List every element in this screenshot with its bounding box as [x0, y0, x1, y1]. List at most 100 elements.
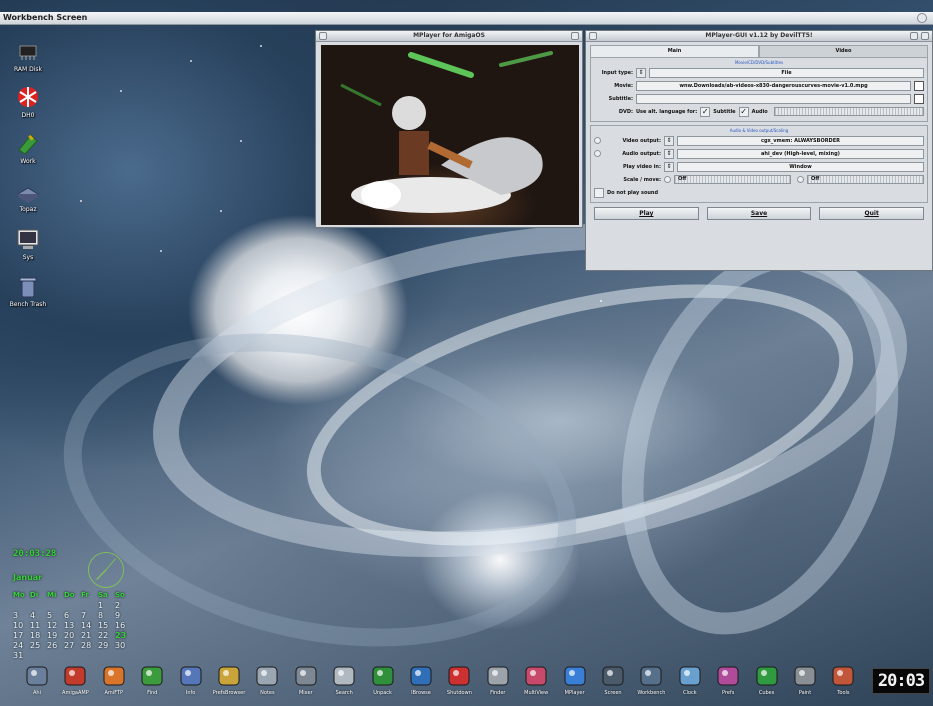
dock-item-clock[interactable]: Clock	[673, 662, 707, 706]
scale-slider[interactable]: Off	[674, 175, 791, 184]
calendar-days: 1 2 3 4 5 6 7 8 9 10 11 12 13 14 15 16 17 18 19 20 21 22 23 24 2…	[13, 601, 138, 661]
depth-icon[interactable]	[921, 32, 929, 40]
iconify-icon[interactable]	[910, 32, 918, 40]
movie-row: Movie: wnw.Downloads/ab-videos-x830-dang…	[594, 80, 924, 91]
screen-title-bar[interactable]: Workbench Screen	[0, 12, 933, 25]
no-sound-checkbox[interactable]	[594, 187, 604, 198]
flashlight-icon	[141, 666, 163, 686]
desktop-icon-sys[interactable]: Sys	[6, 228, 50, 261]
file-requester-icon[interactable]	[914, 80, 924, 91]
desktop-icon-dh0[interactable]: DH0	[6, 86, 50, 119]
subtitle-label: Subtitle:	[608, 95, 633, 102]
dock-item-find[interactable]: Find	[135, 662, 169, 706]
dock-item-prefsbrowser[interactable]: PrefsBrowser	[212, 662, 246, 706]
audio-checkbox[interactable]: ✓	[738, 106, 749, 117]
no-sound-label: Do not play sound	[607, 189, 659, 196]
calendar-widget: Mo Di Mi Do Fr Sa So 1 2 3 4 5 6 7 8 9 10 11 12 13 14…	[13, 591, 138, 661]
quit-button[interactable]: Quit	[819, 207, 925, 220]
dock-item-label: Workbench	[637, 690, 666, 696]
audio-output-radio[interactable]	[594, 150, 601, 157]
popup-icon[interactable]: ⇕	[664, 161, 674, 172]
dock-item-paint[interactable]: Paint	[788, 662, 822, 706]
calendar-day	[30, 601, 47, 611]
tab-main[interactable]: Main	[590, 45, 759, 57]
dock-item-search[interactable]: Search	[327, 662, 361, 706]
dock-item-cubes[interactable]: Cubes	[750, 662, 784, 706]
weekday: Mi	[47, 591, 57, 599]
save-button[interactable]: Save	[706, 207, 812, 220]
calendar-day: 3	[13, 611, 19, 620]
calendar-day: 30	[115, 641, 126, 650]
amp-logo-icon	[64, 666, 86, 686]
depth-icon[interactable]	[571, 32, 579, 40]
desktop-icon-label: Sys	[22, 254, 34, 261]
dock-item-shutdown[interactable]: Shutdown	[442, 662, 476, 706]
dock-item-workbench[interactable]: Workbench	[634, 662, 668, 706]
desktop-icon-bench-trash[interactable]: Bench Trash	[6, 275, 50, 308]
dock-item-finder[interactable]: Finder	[481, 662, 515, 706]
dock-item-amiftp[interactable]: AmiFTP	[97, 662, 131, 706]
subtitle-checkbox-label: Subtitle	[713, 108, 736, 115]
move-radio[interactable]	[797, 176, 804, 183]
desktop-icon-label: Topaz	[19, 206, 37, 213]
green-disk-icon	[18, 134, 38, 155]
button-row: Play Save Quit	[594, 207, 925, 220]
amidock: Ahi AmigaAMP AmiFTP Find Info PrefsBrowser Not…	[0, 660, 933, 706]
calendar-day: 9	[115, 611, 121, 620]
dock-item-amigaamp[interactable]: AmigaAMP	[58, 662, 92, 706]
dock-item-notes[interactable]: Notes	[250, 662, 284, 706]
input-type-cycle[interactable]: File	[649, 67, 924, 78]
dock-item-label: Tools	[837, 690, 850, 696]
move-slider[interactable]: Off	[807, 175, 924, 184]
video-output-cycle[interactable]: cgx_vmem: ALWAYSBORDER	[677, 135, 924, 146]
desktop-icon-topaz[interactable]: Topaz	[6, 180, 50, 213]
subtitle-checkbox[interactable]: ✓	[700, 106, 711, 117]
dock-item-unpack[interactable]: Unpack	[366, 662, 400, 706]
dock-item-prefs[interactable]: Prefs	[711, 662, 745, 706]
dock-item-ibrowse[interactable]: IBrowse	[404, 662, 438, 706]
dock-item-multiview[interactable]: MultiView	[519, 662, 553, 706]
scale-radio[interactable]	[664, 176, 671, 183]
red-button-icon	[448, 666, 470, 686]
popup-icon[interactable]: ⇕	[636, 67, 646, 78]
dock-item-label: Cubes	[758, 690, 775, 696]
popup-icon[interactable]: ⇕	[664, 135, 674, 146]
dock-item-screen[interactable]: Screen	[596, 662, 630, 706]
file-requester-icon[interactable]	[914, 93, 924, 104]
mplayer-gui-window[interactable]: MPlayer-GUI v1.12 by DevilTT5! Main Vide…	[585, 30, 933, 271]
globe-tool-icon	[103, 666, 125, 686]
calendar-day: 28	[81, 641, 92, 650]
desktop-icon-ram-disk[interactable]: RAM Disk	[6, 40, 50, 73]
subtitle-path-field[interactable]	[636, 93, 911, 104]
movie-path-field[interactable]: wnw.Downloads/ab-videos-x830-dangerouscu…	[636, 80, 911, 91]
desktop-icon-work[interactable]: Work	[6, 132, 50, 165]
dock-item-ahi[interactable]: Ahi	[20, 662, 54, 706]
window-title-bar[interactable]: MPlayer-GUI v1.12 by DevilTT5!	[586, 31, 932, 42]
window-title: MPlayer-GUI v1.12 by DevilTT5!	[705, 32, 813, 39]
magnifier-gray-icon	[487, 666, 509, 686]
calendar-day: 7	[81, 611, 87, 620]
popup-icon[interactable]: ⇕	[664, 148, 674, 159]
dock-item-info[interactable]: Info	[174, 662, 208, 706]
dvd-label: DVD:	[618, 108, 633, 115]
audio-output-row: Audio output: ⇕ ahi_dev (High-level, mix…	[594, 148, 924, 159]
scale-move-row: Scale / move: Off Off	[594, 174, 924, 185]
play-video-in-cycle[interactable]: Window	[677, 161, 924, 172]
dvd-language-field[interactable]	[773, 107, 924, 116]
tab-video[interactable]: Video	[759, 45, 928, 57]
video-output-radio[interactable]	[594, 137, 601, 144]
dock-item-mixer[interactable]: Mixer	[289, 662, 323, 706]
mplayer-video-window[interactable]: MPlayer for AmigaOS	[315, 30, 583, 228]
dock-item-label: Unpack	[373, 690, 392, 696]
weekday: Sa	[98, 591, 108, 599]
dock-clock: 20:03	[872, 668, 930, 694]
screen-depth-gadget[interactable]	[917, 13, 927, 23]
group-title: Audio & Video output/Scaling	[729, 128, 789, 133]
dock-item-label: Prefs	[722, 690, 735, 696]
alt-language-text: Use alt. language for:	[636, 108, 698, 115]
dock-item-tools[interactable]: Tools	[826, 662, 860, 706]
window-title-bar[interactable]: MPlayer for AmigaOS	[316, 31, 582, 42]
play-button[interactable]: Play	[594, 207, 699, 220]
audio-output-cycle[interactable]: ahi_dev (High-level, mixing)	[677, 148, 924, 159]
dock-item-mplayer[interactable]: MPlayer	[558, 662, 592, 706]
